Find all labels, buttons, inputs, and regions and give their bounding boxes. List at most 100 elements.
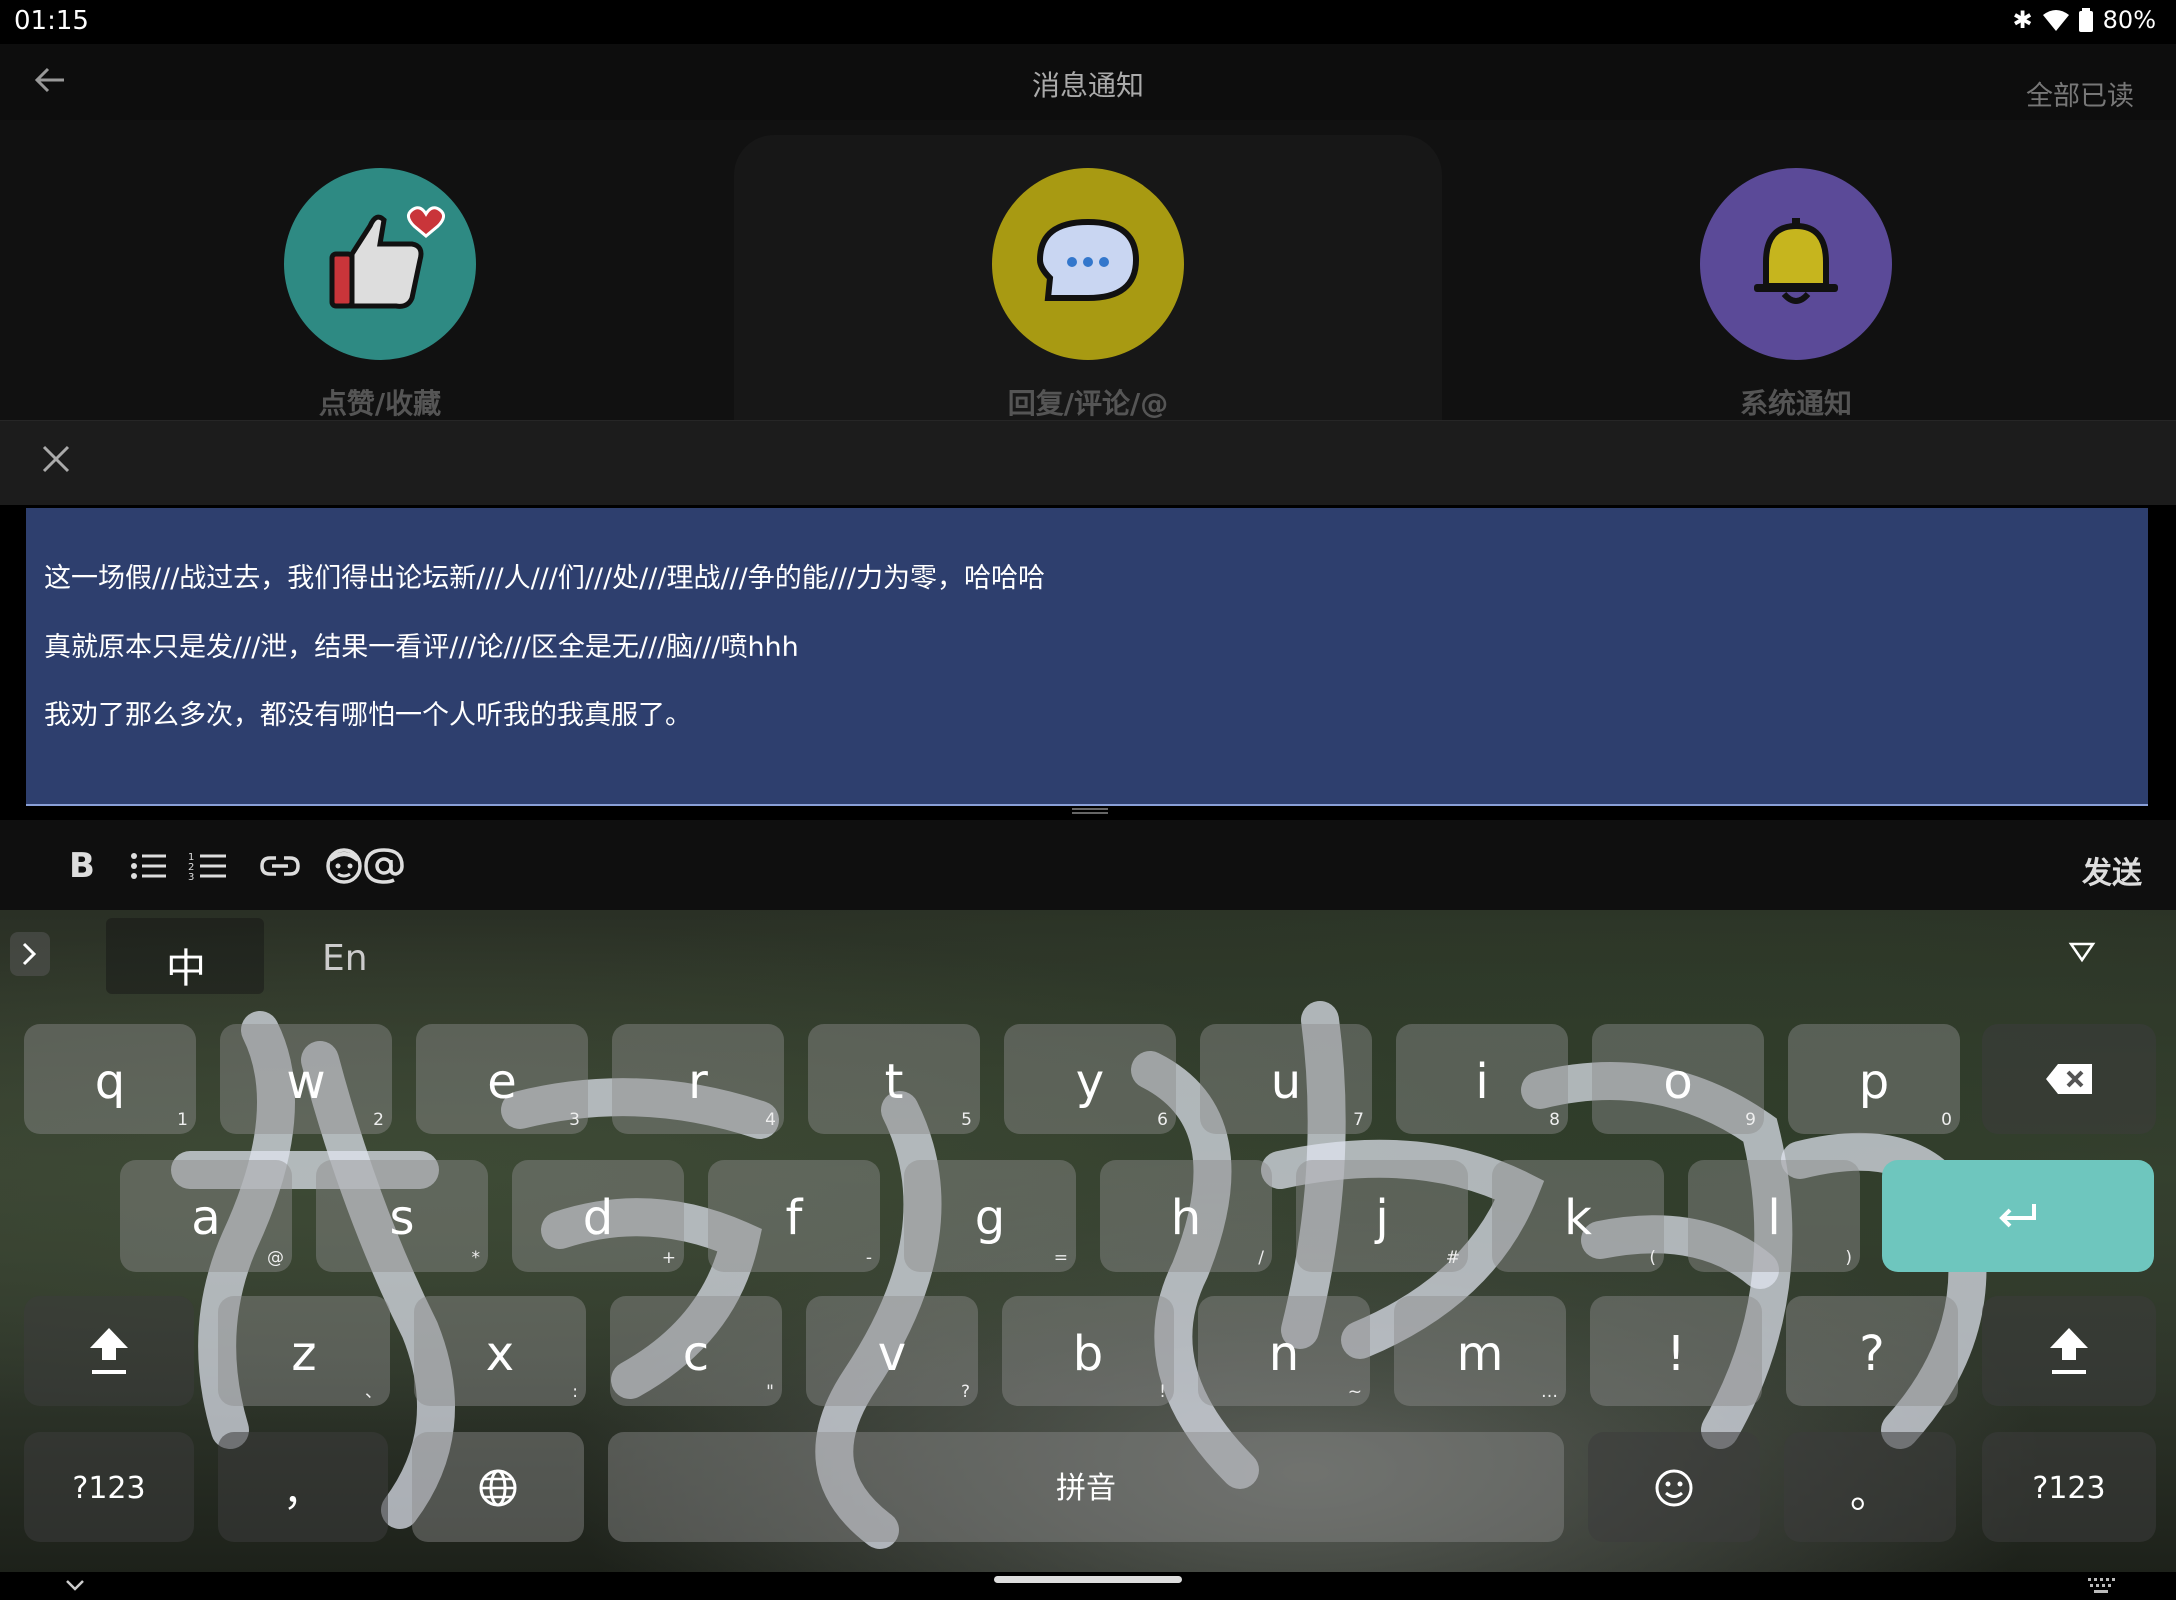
editor-header: [0, 420, 2176, 505]
key-label: u: [1270, 1054, 1302, 1110]
key-label: s: [389, 1190, 415, 1246]
letter-key[interactable]: n ~: [1198, 1296, 1370, 1406]
comma-key[interactable]: ，: [218, 1432, 388, 1542]
letter-key[interactable]: d +: [512, 1160, 684, 1272]
letter-key[interactable]: m…: [1394, 1296, 1566, 1406]
backspace-key[interactable]: [1982, 1024, 2156, 1134]
key-label: v: [877, 1326, 907, 1382]
letter-key[interactable]: e3: [416, 1024, 588, 1134]
letter-key[interactable]: p0: [1788, 1024, 1960, 1134]
key-hint: ?: [960, 1382, 970, 1402]
letter-key[interactable]: w2: [220, 1024, 392, 1134]
numbered-list-icon[interactable]: 1 2 3: [186, 844, 230, 888]
comment-editor[interactable]: 这一场假///战过去，我们得出论坛新///人///们///处///理战///争的…: [26, 508, 2148, 806]
chevron-down-icon[interactable]: [64, 1578, 86, 1592]
key-label: o: [1663, 1054, 1693, 1110]
key-label: p: [1858, 1054, 1890, 1110]
key-label: f: [785, 1190, 803, 1246]
letter-key[interactable]: z、: [218, 1296, 390, 1406]
emoji-key[interactable]: [1588, 1432, 1760, 1542]
space-key[interactable]: 拼音: [608, 1432, 1564, 1542]
letter-key[interactable]: f-: [708, 1160, 880, 1272]
send-button[interactable]: 发送: [2082, 848, 2142, 892]
key-label: j: [1375, 1190, 1389, 1246]
letter-key[interactable]: i8: [1396, 1024, 1568, 1134]
letter-key[interactable]: h /: [1100, 1160, 1272, 1272]
key-hint: (: [1649, 1248, 1656, 1268]
letter-key[interactable]: s *: [316, 1160, 488, 1272]
bluetooth-icon: ✱: [2012, 6, 2033, 34]
key-label: k: [1564, 1190, 1592, 1246]
battery-level: 80%: [2102, 6, 2156, 34]
shift-key-right[interactable]: [1982, 1296, 2156, 1406]
emoji-icon[interactable]: [322, 844, 366, 888]
shift-key-left[interactable]: [24, 1296, 194, 1406]
key-hint: #: [1445, 1248, 1460, 1268]
letter-key[interactable]: q1: [24, 1024, 196, 1134]
key-label: h: [1170, 1190, 1202, 1246]
collapse-triangle-icon[interactable]: [2068, 940, 2096, 964]
key-label: !: [1666, 1326, 1686, 1382]
letter-key[interactable]: b!: [1002, 1296, 1174, 1406]
lang-zh-tab[interactable]: 中: [106, 918, 264, 994]
bold-button[interactable]: B: [60, 844, 104, 888]
letter-key[interactable]: ?: [1786, 1296, 1958, 1406]
category-system[interactable]: 系统通知: [1596, 120, 1996, 422]
letter-key[interactable]: t5: [808, 1024, 980, 1134]
key-hint: @: [267, 1248, 284, 1268]
key-label: b: [1072, 1326, 1104, 1382]
link-icon[interactable]: [258, 844, 302, 888]
bullet-list-icon[interactable]: [126, 844, 170, 888]
key-label: m: [1456, 1326, 1504, 1382]
symbols-key-left[interactable]: ?123: [24, 1432, 194, 1542]
letter-key[interactable]: k(: [1492, 1160, 1664, 1272]
mention-icon[interactable]: [362, 844, 406, 888]
letter-key[interactable]: !: [1590, 1296, 1762, 1406]
mark-all-read-button[interactable]: 全部已读: [2026, 74, 2134, 113]
thumbs-up-icon: [329, 206, 445, 309]
key-label: d: [582, 1190, 614, 1246]
symbols-key-right[interactable]: ?123: [1982, 1432, 2156, 1542]
chevron-right-icon[interactable]: [10, 932, 50, 976]
letter-key[interactable]: o9: [1592, 1024, 1764, 1134]
letter-key[interactable]: y6: [1004, 1024, 1176, 1134]
category-replies[interactable]: 回复/评论/@: [888, 120, 1288, 422]
key-hint: /: [1258, 1248, 1264, 1268]
lang-en-tab[interactable]: En: [322, 938, 368, 979]
notification-categories: 点赞/收藏 回复/评论/@ 系统通知: [0, 120, 2176, 435]
key-hint: …: [1541, 1382, 1558, 1402]
letter-key[interactable]: a @: [120, 1160, 292, 1272]
key-hint: :: [572, 1382, 578, 1402]
shift-icon: [2050, 1328, 2088, 1374]
key-hint: 0: [1941, 1110, 1952, 1130]
letter-key[interactable]: j #: [1296, 1160, 1468, 1272]
category-likes[interactable]: 点赞/收藏: [180, 120, 580, 422]
enter-key[interactable]: [1882, 1160, 2154, 1272]
letter-key[interactable]: x:: [414, 1296, 586, 1406]
letter-key[interactable]: u7: [1200, 1024, 1372, 1134]
system-circle: [1700, 168, 1892, 360]
keyboard-switch-icon[interactable]: [2086, 1576, 2116, 1594]
globe-key[interactable]: [412, 1432, 584, 1542]
system-icons: ✱ 80%: [2013, 6, 2156, 34]
period-key[interactable]: 。: [1784, 1432, 1956, 1542]
letter-key[interactable]: v?: [806, 1296, 978, 1406]
letter-key[interactable]: r4: [612, 1024, 784, 1134]
letter-key[interactable]: c ": [610, 1296, 782, 1406]
enter-arrow-icon: [1999, 1204, 2036, 1228]
key-label: z: [291, 1326, 317, 1382]
key-label: l: [1767, 1190, 1781, 1246]
letter-key[interactable]: l): [1688, 1160, 1860, 1272]
likes-circle: [284, 168, 476, 360]
letter-key[interactable]: g =: [904, 1160, 1076, 1272]
key-label: t: [884, 1054, 904, 1110]
key-label: w: [286, 1054, 326, 1110]
close-icon[interactable]: [38, 441, 74, 477]
space-label: 拼音: [1056, 1471, 1116, 1506]
symbols-label: ?123: [72, 1471, 146, 1506]
key-hint: =: [1053, 1248, 1068, 1268]
resize-handle-icon[interactable]: [1072, 806, 1108, 816]
home-indicator[interactable]: [994, 1576, 1182, 1583]
key-label: e: [487, 1054, 517, 1110]
backspace-icon: [2046, 1064, 2092, 1094]
